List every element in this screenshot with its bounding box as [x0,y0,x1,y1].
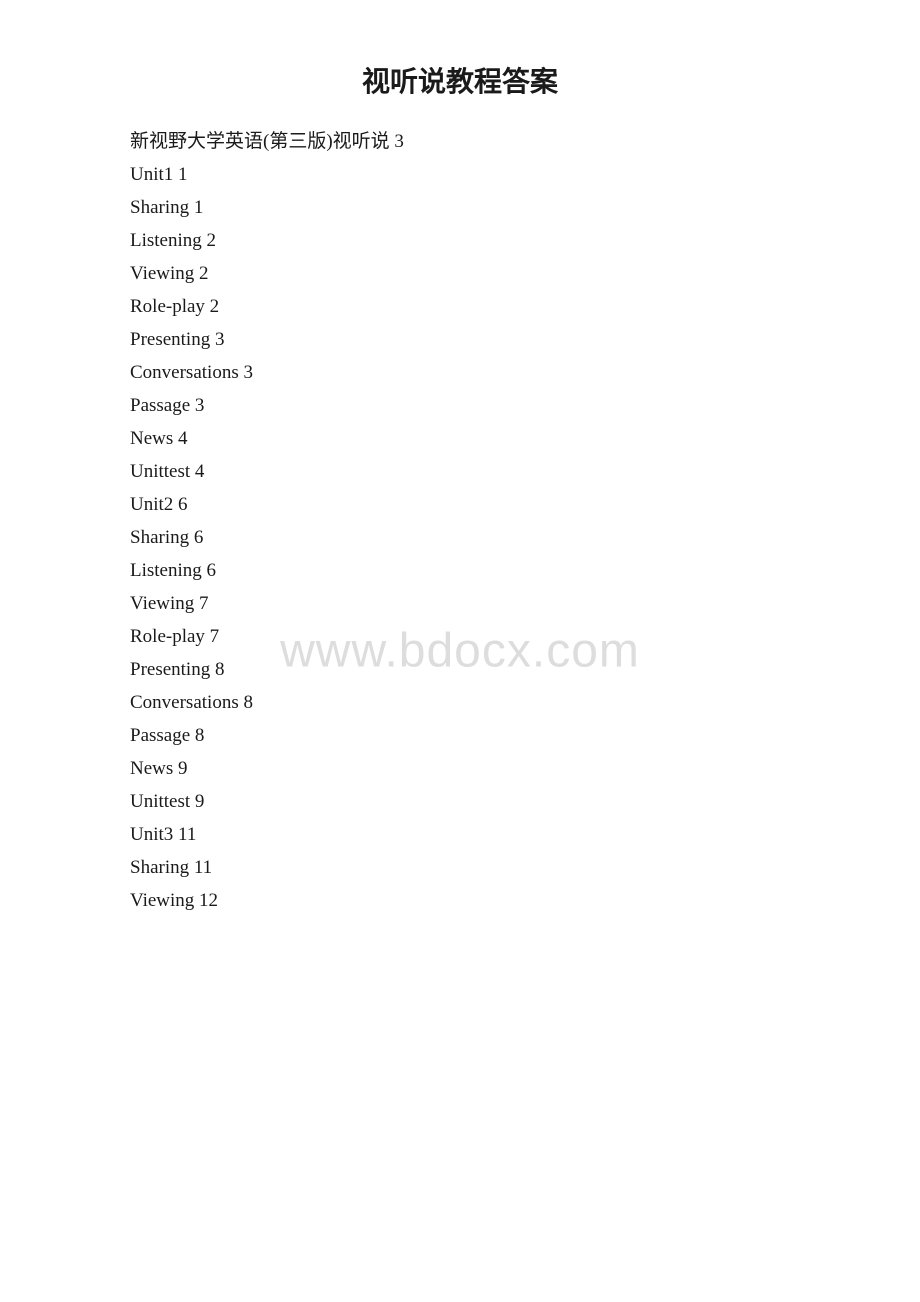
toc-item: News 9 [130,759,790,778]
toc-item: Conversations 8 [130,693,790,712]
toc-item: Role-play 7 [130,627,790,646]
toc-item: Listening 2 [130,231,790,250]
toc-item: Viewing 12 [130,891,790,910]
toc-item: Conversations 3 [130,363,790,382]
toc-item: Presenting 8 [130,660,790,679]
toc-item: Unit1 1 [130,165,790,184]
toc-item: Sharing 6 [130,528,790,547]
toc-item: Sharing 11 [130,858,790,877]
toc-item: 新视野大学英语(第三版)视听说 3 [130,132,790,151]
toc-item: Listening 6 [130,561,790,580]
toc-item: Unit2 6 [130,495,790,514]
toc-item: Unittest 9 [130,792,790,811]
toc-list: 新视野大学英语(第三版)视听说 3 Unit1 1 Sharing 1 Listeni… [130,132,790,910]
toc-item: Viewing 7 [130,594,790,613]
toc-item: Presenting 3 [130,330,790,349]
toc-item: Sharing 1 [130,198,790,217]
toc-item: Unit3 11 [130,825,790,844]
toc-item: Role-play 2 [130,297,790,316]
toc-item: News 4 [130,429,790,448]
toc-item: Unittest 4 [130,462,790,481]
toc-item: Viewing 2 [130,264,790,283]
toc-item: Passage 3 [130,396,790,415]
toc-item: Passage 8 [130,726,790,745]
page-title: 视听说教程答案 [130,60,790,100]
